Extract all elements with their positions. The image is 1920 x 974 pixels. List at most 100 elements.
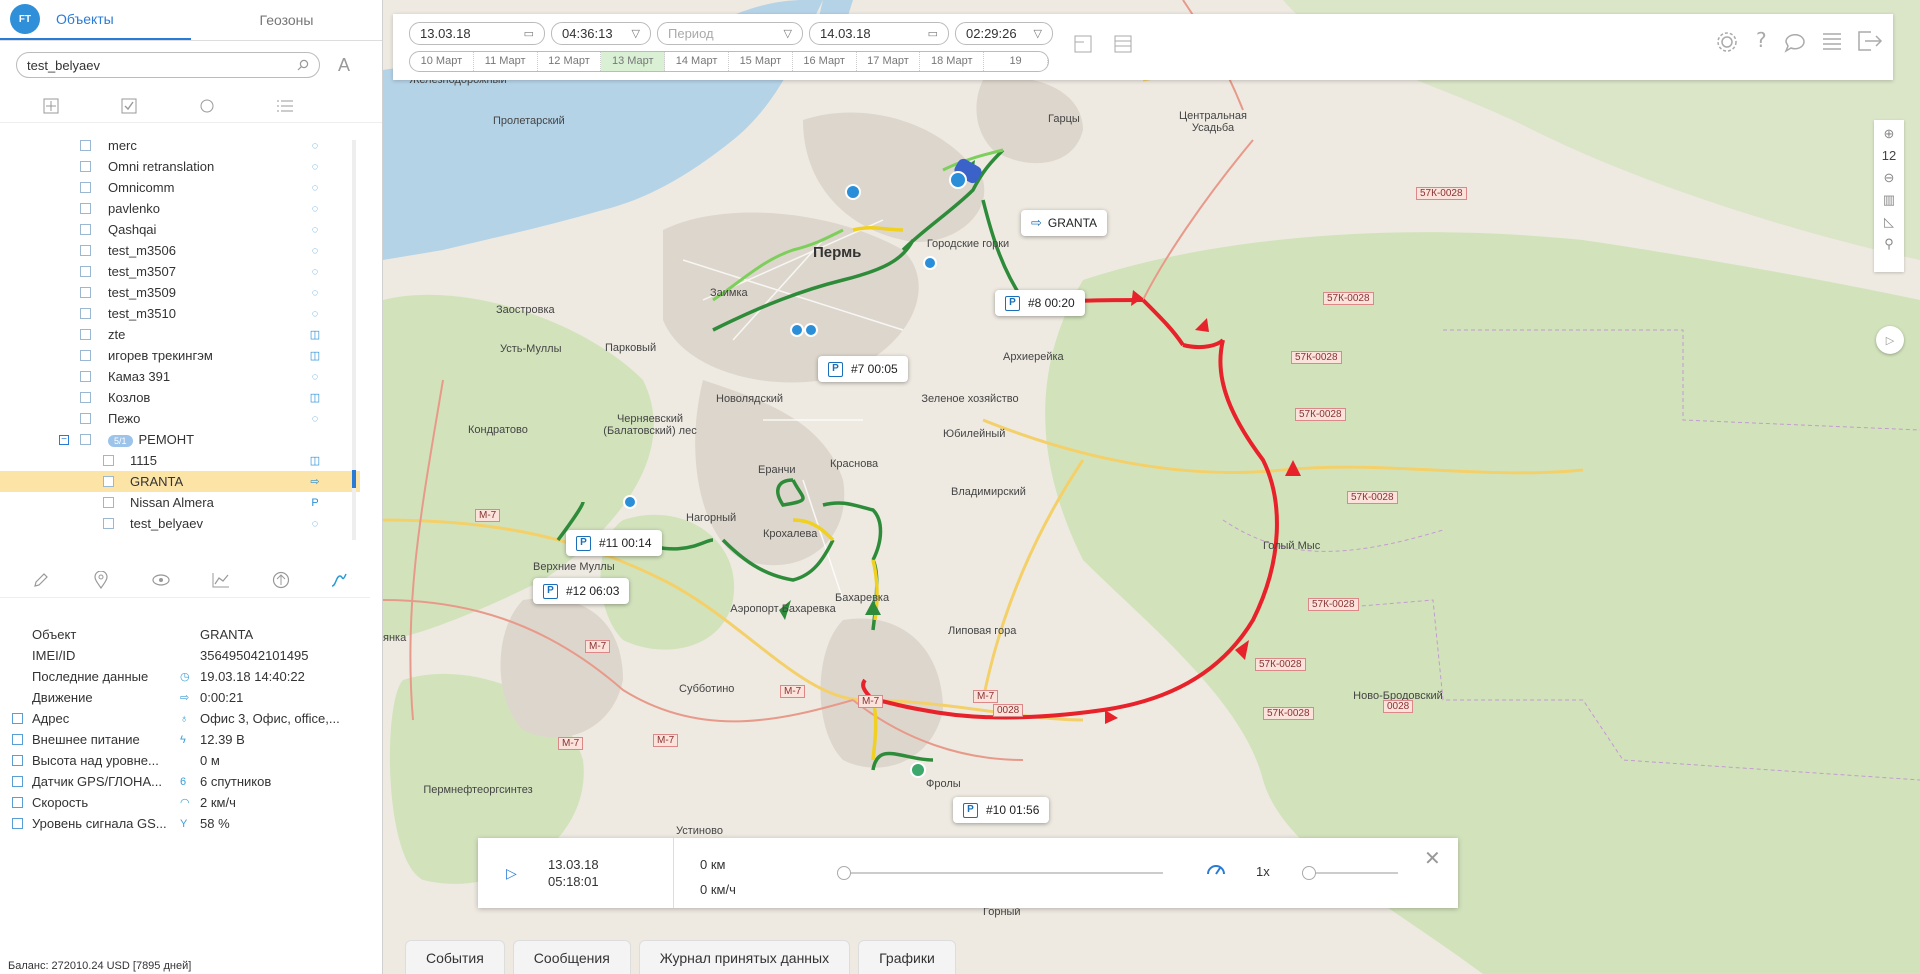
tree-item[interactable]: Козлов ◫ [0, 387, 360, 408]
tree-item-checkbox[interactable] [103, 455, 114, 466]
calendar-icon[interactable]: ▭ [928, 27, 938, 40]
tree-item[interactable]: 1115 ◫ [0, 450, 360, 471]
tree-item-checkbox[interactable] [103, 476, 114, 487]
tree-item-checkbox[interactable] [80, 329, 91, 340]
tree-item[interactable]: test_belyaev ◌ [0, 513, 360, 534]
property-checkbox[interactable] [12, 797, 23, 808]
chevron-down-icon[interactable]: ▽ [784, 27, 792, 40]
timeline-slider-knob[interactable] [837, 866, 851, 880]
help-icon[interactable]: ? [1751, 28, 1771, 58]
day-cell[interactable]: 11 Март [474, 52, 538, 71]
tree-item[interactable]: Qashqai ◌ [0, 219, 360, 240]
location-icon[interactable] [90, 569, 112, 591]
tree-item[interactable]: test_m3509 ◌ [0, 282, 360, 303]
chart-icon[interactable] [210, 569, 232, 591]
property-checkbox[interactable] [12, 818, 23, 829]
tree-item-checkbox[interactable] [80, 413, 91, 424]
tab-data-log[interactable]: Журнал принятых данных [638, 940, 851, 974]
list-icon[interactable] [1821, 30, 1843, 58]
layout-alt-icon[interactable] [1113, 34, 1133, 60]
chevron-down-icon[interactable]: ▽ [632, 27, 640, 40]
zoom-out-icon[interactable]: ⊖ [1884, 170, 1895, 186]
timeline-slider[interactable] [837, 866, 1163, 880]
parking-callout[interactable]: P #12 06:03 [533, 578, 630, 604]
search-icon[interactable] [297, 59, 309, 71]
tree-item-checkbox[interactable] [80, 245, 91, 256]
day-cell[interactable]: 15 Март [729, 52, 793, 71]
tree-item-checkbox[interactable] [80, 392, 91, 403]
time-from-field[interactable]: 04:36:13 ▽ [551, 22, 651, 45]
tree-scrollbar[interactable] [352, 140, 356, 540]
font-size-icon[interactable]: A [338, 55, 350, 76]
parking-callout[interactable]: P #7 00:05 [818, 356, 908, 382]
tree-item-checkbox[interactable] [80, 266, 91, 277]
day-cell[interactable]: 18 Март [920, 52, 985, 71]
tree-item-checkbox[interactable] [80, 434, 91, 445]
tree-item[interactable]: игорев трекингэм ◫ [0, 345, 360, 366]
chevron-down-icon[interactable]: ▽ [1034, 27, 1042, 40]
tree-item[interactable]: zte ◫ [0, 324, 360, 345]
tree-item[interactable]: Камаз 391 ◌ [0, 366, 360, 387]
eye-icon[interactable] [150, 569, 172, 591]
property-checkbox[interactable] [12, 734, 23, 745]
period-select[interactable]: Период ▽ [657, 22, 803, 45]
deselect-icon[interactable] [196, 95, 218, 117]
edit-icon[interactable] [30, 569, 52, 591]
tree-item-checkbox[interactable] [80, 287, 91, 298]
time-to-field[interactable]: 02:29:26 ▽ [955, 22, 1053, 45]
ruler-icon[interactable]: ◺ [1884, 214, 1894, 230]
tree-item[interactable]: Omni retranslation ◌ [0, 156, 360, 177]
day-cell[interactable]: 12 Март [538, 52, 602, 71]
chat-icon[interactable] [1783, 30, 1807, 60]
tab-charts[interactable]: Графики [858, 940, 956, 974]
tree-item[interactable]: Omnicomm ◌ [0, 177, 360, 198]
upload-icon[interactable] [270, 569, 292, 591]
tree-item[interactable]: test_m3506 ◌ [0, 240, 360, 261]
day-cell[interactable]: 17 Март [857, 52, 921, 71]
tree-item[interactable]: pavlenko ◌ [0, 198, 360, 219]
tree-group[interactable]: − 5/1 РЕМОНТ [0, 429, 360, 450]
parking-callout[interactable]: P #11 00:14 [566, 530, 662, 556]
tree-item[interactable]: Nissan Almera P [0, 492, 360, 513]
close-icon[interactable]: ✕ [1424, 846, 1441, 871]
date-from-field[interactable]: 13.03.18 ▭ [409, 22, 545, 45]
map-view[interactable]: Железнодорожный Пролетарский Гарцы Централь… [383, 0, 1920, 974]
right-panel-toggle[interactable]: ▷ [1876, 326, 1904, 354]
select-all-icon[interactable] [118, 95, 140, 117]
property-checkbox[interactable] [12, 755, 23, 766]
zoom-in-icon[interactable]: ⊕ [1884, 126, 1895, 142]
tree-item-checkbox[interactable] [103, 497, 114, 508]
playback-speed-slider[interactable] [1302, 866, 1398, 880]
search-input[interactable] [27, 57, 297, 73]
tree-item-checkbox[interactable] [80, 182, 91, 193]
tab-events[interactable]: События [405, 940, 505, 974]
playback-speed-knob[interactable] [1302, 866, 1316, 880]
tree-item-checkbox[interactable] [80, 224, 91, 235]
day-cell[interactable]: 16 Март [793, 52, 857, 71]
parking-callout[interactable]: P #8 00:20 [995, 290, 1085, 316]
tree-item[interactable]: Пежо ◌ [0, 408, 360, 429]
property-checkbox[interactable] [12, 713, 23, 724]
layout-icon[interactable] [1073, 34, 1093, 60]
tree-item[interactable]: test_m3507 ◌ [0, 261, 360, 282]
calendar-icon[interactable]: ▭ [524, 27, 534, 40]
collapse-icon[interactable]: − [59, 434, 69, 445]
tab-geozones[interactable]: Геозоны [191, 0, 382, 40]
day-cell[interactable]: 13 Март [601, 52, 666, 71]
tree-item-checkbox[interactable] [80, 371, 91, 382]
track-icon[interactable] [330, 569, 352, 591]
tree-item-checkbox[interactable] [80, 308, 91, 319]
list-view-icon[interactable] [274, 95, 296, 117]
parking-callout[interactable]: P #10 01:56 [953, 797, 1050, 823]
date-to-field[interactable]: 14.03.18 ▭ [809, 22, 949, 45]
tree-item-checkbox[interactable] [80, 203, 91, 214]
tree-item[interactable]: merc ◌ [0, 135, 360, 156]
pin-icon[interactable]: ⚲ [1884, 236, 1894, 252]
logout-icon[interactable] [1857, 30, 1883, 58]
day-cell[interactable]: 10 Март [410, 52, 474, 71]
play-icon[interactable]: ▷ [506, 865, 517, 882]
tree-item-checkbox[interactable] [80, 140, 91, 151]
add-object-icon[interactable] [40, 95, 62, 117]
tab-objects[interactable]: FT Объекты [0, 0, 191, 40]
tree-item-checkbox[interactable] [80, 350, 91, 361]
